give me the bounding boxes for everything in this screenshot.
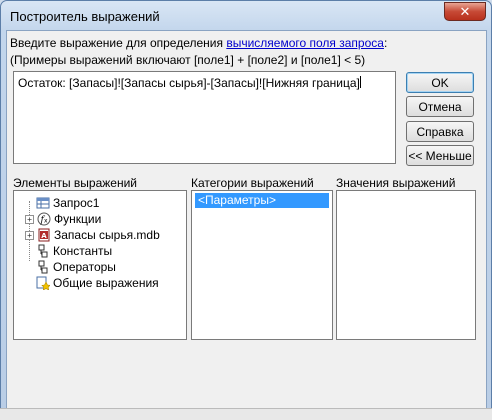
intro-text: Введите выражение для определения вычисл… xyxy=(10,36,387,50)
text-cursor xyxy=(359,76,361,88)
categories-list[interactable]: <Параметры> xyxy=(191,190,333,340)
intro-prefix: Введите выражение для определения xyxy=(10,36,227,50)
tree-item-label: Константы xyxy=(53,244,113,258)
categories-label: Категории выражений xyxy=(191,176,314,190)
cancel-button[interactable]: Отмена xyxy=(406,96,474,117)
examples-text: (Примеры выражений включают [поле1] + [п… xyxy=(10,53,366,67)
common-expressions-icon xyxy=(36,276,51,291)
category-item-parameters[interactable]: <Параметры> xyxy=(195,193,329,208)
expand-icon[interactable]: + xyxy=(25,214,34,224)
close-icon: ✕ xyxy=(459,3,471,19)
expression-value: Остаток: [Запасы]![Запасы сырья]-[Запасы… xyxy=(18,76,360,90)
ok-button[interactable]: OK xyxy=(406,72,474,93)
operators-icon xyxy=(36,260,50,274)
values-list[interactable] xyxy=(336,190,476,340)
query-icon xyxy=(36,196,50,210)
tree-item-label: Запрос1 xyxy=(53,196,100,210)
values-label: Значения выражений xyxy=(336,176,456,190)
intro-suffix: : xyxy=(383,36,388,50)
calculated-field-help-link[interactable]: вычисляемого поля запроса xyxy=(226,36,384,50)
tree-item-query[interactable]: Запрос1 xyxy=(25,195,99,211)
database-icon: A xyxy=(37,228,51,242)
constants-icon xyxy=(36,244,50,258)
svg-text:x: x xyxy=(44,218,48,225)
tree-item-label: Запасы сырья.mdb xyxy=(54,228,160,242)
less-button[interactable]: << Меньше xyxy=(406,145,474,166)
tree-item-operators[interactable]: Операторы xyxy=(25,259,116,275)
svg-text:A: A xyxy=(41,232,47,240)
help-button[interactable]: Справка xyxy=(406,121,474,142)
expand-icon[interactable]: + xyxy=(25,230,34,240)
functions-icon: fx xyxy=(37,212,51,226)
window-title: Построитель выражений xyxy=(10,9,160,24)
tree-item-label: Функции xyxy=(54,212,102,226)
tree-item-label: Общие выражения xyxy=(53,276,159,290)
tree-item-common-expressions[interactable]: Общие выражения xyxy=(25,275,159,291)
tree-item-database[interactable]: + A Запасы сырья.mdb xyxy=(25,227,160,243)
background-window-strip xyxy=(0,408,492,420)
elements-tree[interactable]: Запрос1 + fx Функции + A Запасы сырья.md… xyxy=(13,190,187,340)
elements-label: Элементы выражений xyxy=(13,176,137,190)
tree-item-constants[interactable]: Константы xyxy=(25,243,112,259)
close-button[interactable]: ✕ xyxy=(444,2,486,21)
tree-item-functions[interactable]: + fx Функции xyxy=(25,211,101,227)
tree-item-label: Операторы xyxy=(53,260,116,274)
expression-input[interactable]: Остаток: [Запасы]![Запасы сырья]-[Запасы… xyxy=(13,71,396,164)
